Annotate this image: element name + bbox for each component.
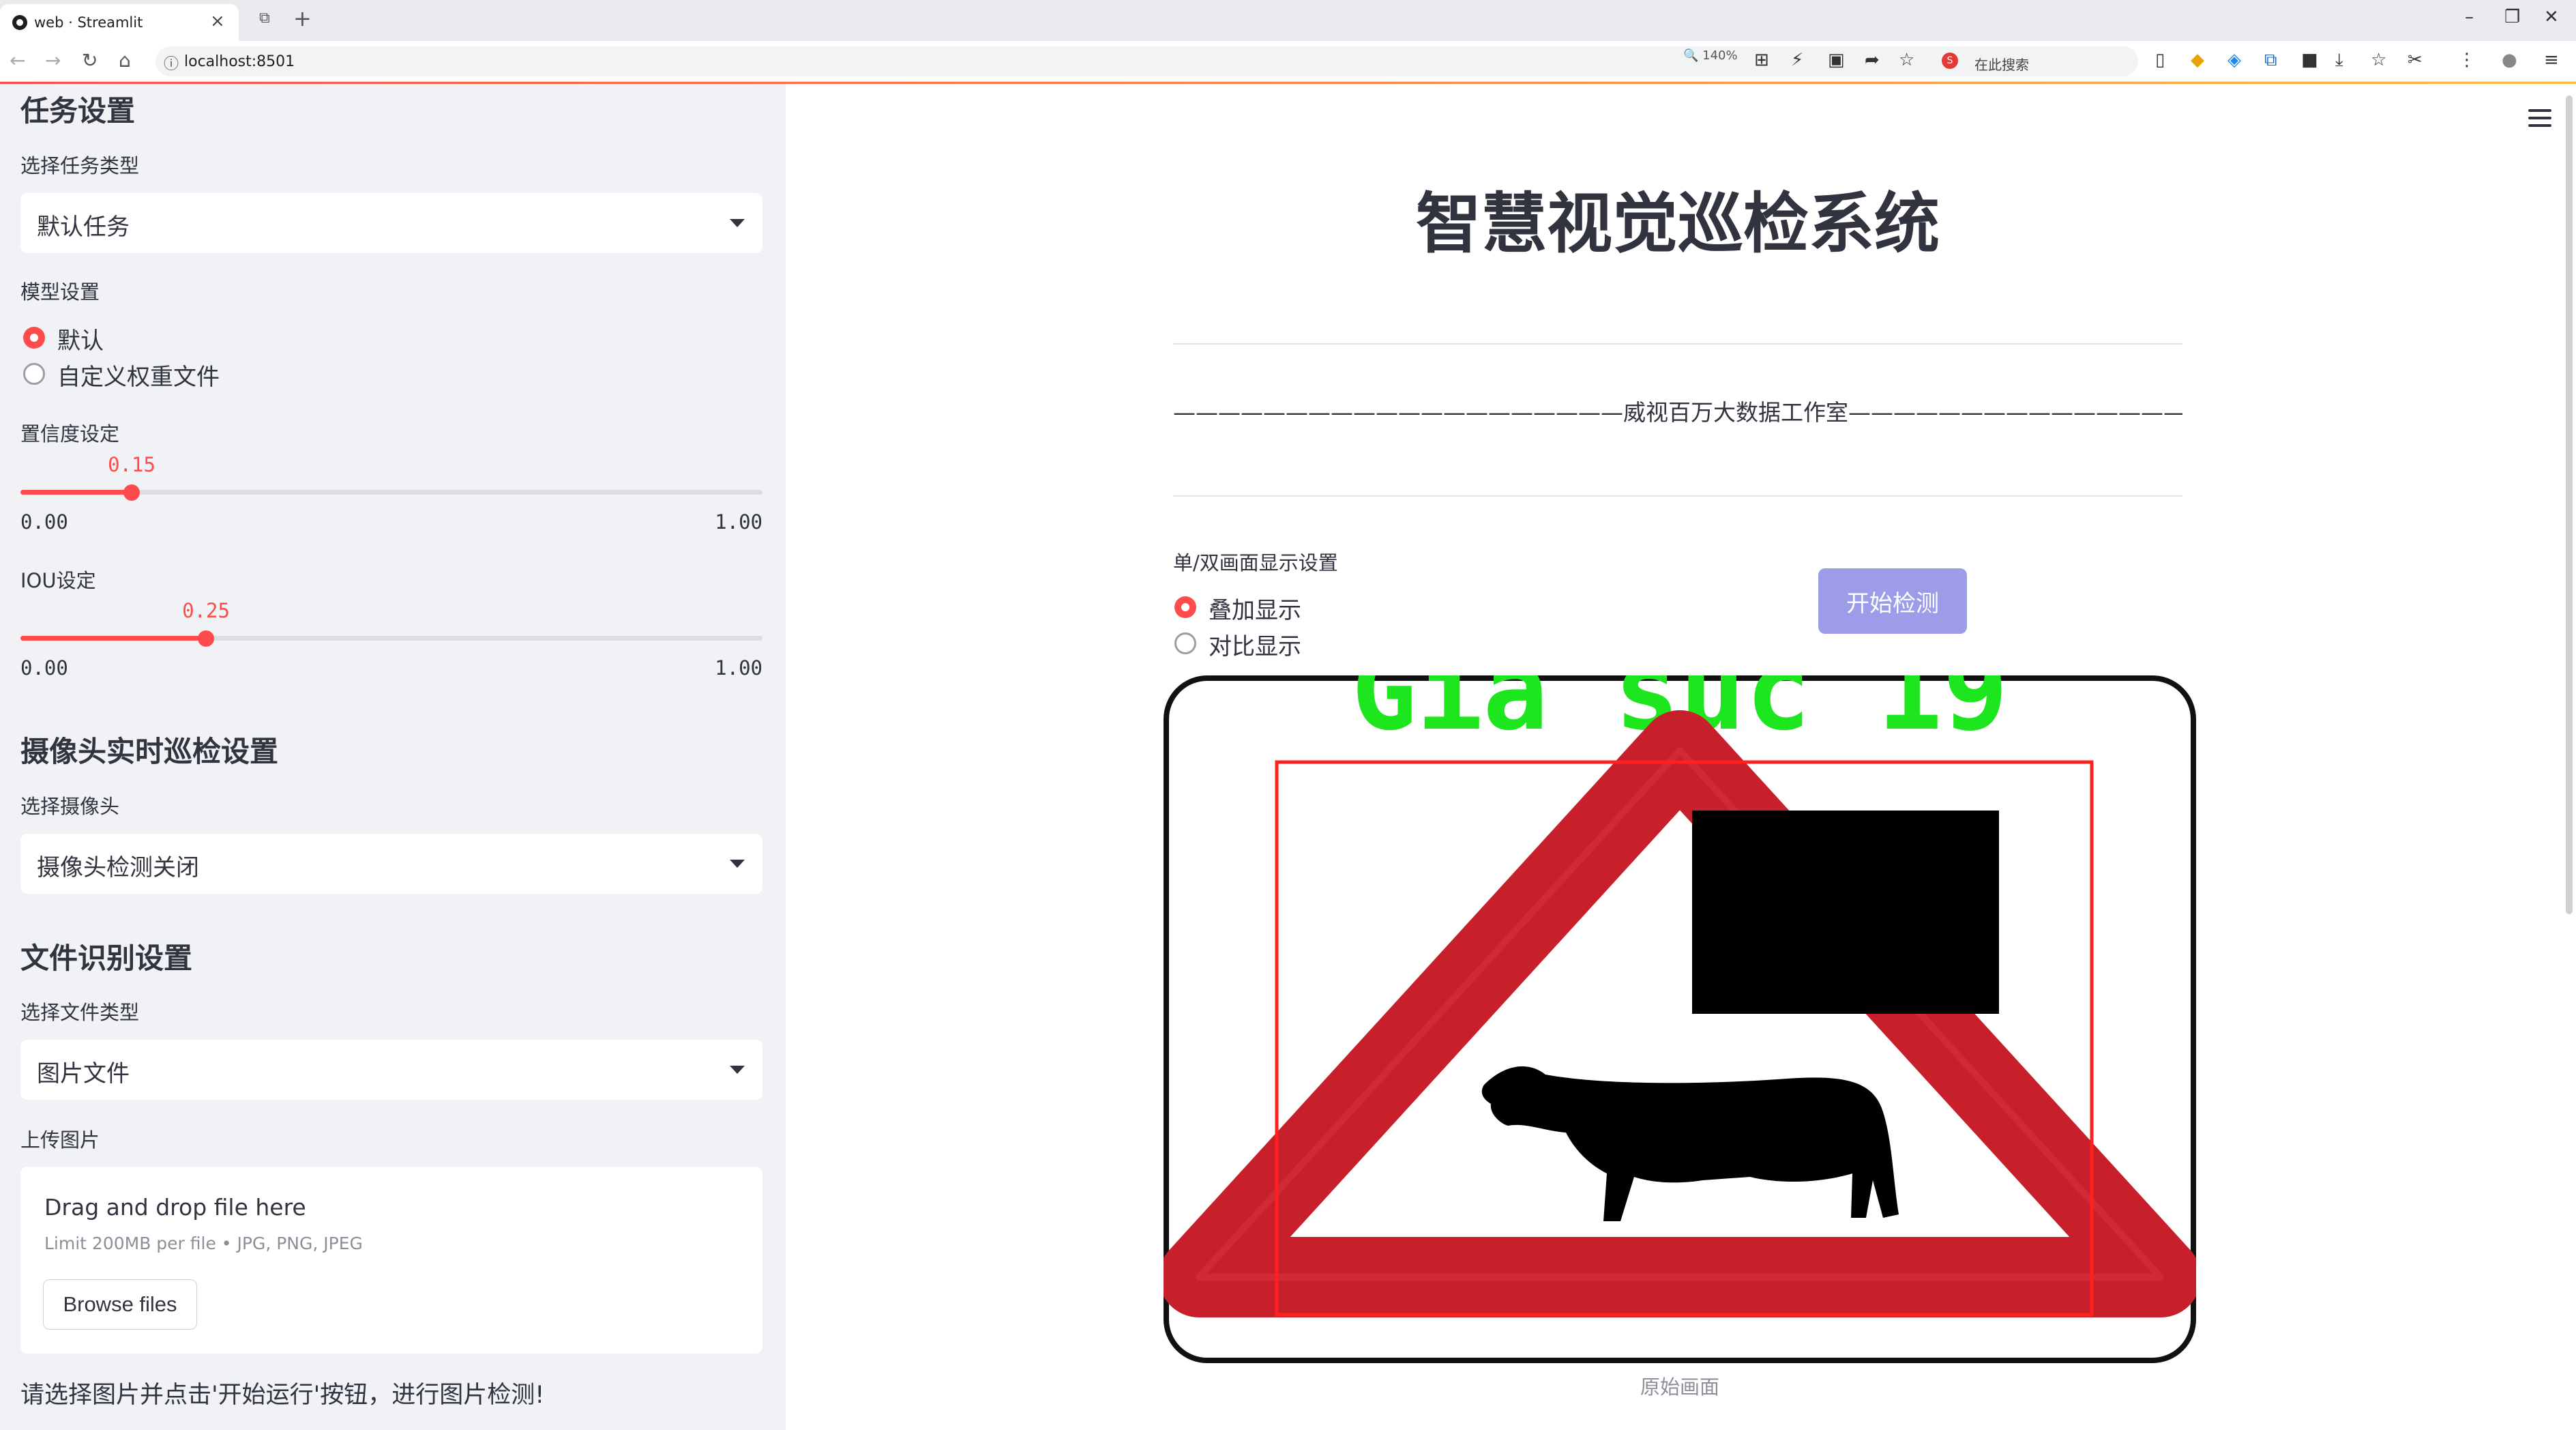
radio-label: 对比显示 xyxy=(1209,633,1301,660)
share-icon[interactable]: ➦ xyxy=(1865,50,1880,70)
extension-icon[interactable]: ◆ xyxy=(2191,50,2204,70)
site-info-icon[interactable]: ⓘ xyxy=(164,52,179,74)
task-type-select[interactable]: 默认任务 xyxy=(20,193,763,253)
camera-select-label: 选择摄像头 xyxy=(20,795,120,818)
forward-icon[interactable]: → xyxy=(45,49,61,72)
radio-unselected-icon[interactable] xyxy=(23,363,45,385)
bookmark-star-icon[interactable]: ☆ xyxy=(1899,50,1914,70)
task-settings-heading: 任务设置 xyxy=(20,94,136,128)
page-title: 智慧视觉巡检系统 xyxy=(1416,186,1940,262)
file-type-label: 选择文件类型 xyxy=(20,1001,140,1024)
url-text: localhost:8501 xyxy=(184,53,295,70)
slider-thumb[interactable] xyxy=(198,630,214,647)
file-settings-heading: 文件识别设置 xyxy=(20,942,193,975)
dropzone-title: Drag and drop file here xyxy=(44,1194,306,1221)
minimize-icon[interactable]: – xyxy=(2465,7,2474,27)
reload-icon[interactable]: ↻ xyxy=(82,49,98,72)
file-type-value: 图片文件 xyxy=(37,1060,130,1088)
sidebar: 任务设置 选择任务类型 默认任务 模型设置 默认 自定义权重文件 置信度设定 0… xyxy=(0,84,786,1430)
file-type-select[interactable]: 图片文件 xyxy=(20,1040,763,1100)
camera-select[interactable]: 摄像头检测关闭 xyxy=(20,834,763,894)
phone-icon[interactable]: ▯ xyxy=(2155,50,2165,70)
close-window-icon[interactable]: ✕ xyxy=(2544,7,2559,27)
extension-icon[interactable]: ■ xyxy=(2301,50,2318,70)
confidence-value: 0.15 xyxy=(108,453,156,476)
traffic-sign-image: Gia suc 19 xyxy=(1164,675,2196,1363)
new-tab-icon[interactable]: + xyxy=(293,5,312,31)
model-settings-label: 模型设置 xyxy=(20,280,100,304)
search-placeholder: 在此搜索 xyxy=(1974,57,2029,73)
search-engine-icon: S xyxy=(1942,53,1958,69)
sidebar-instruction: 请选择图片并点击'开始运行'按钮，进行图片检测! xyxy=(20,1382,545,1409)
hamburger-menu-icon[interactable] xyxy=(2528,109,2551,127)
screenshot-icon[interactable]: ▣ xyxy=(1828,50,1845,70)
page-scrollbar[interactable] xyxy=(2566,96,2573,914)
slider-max: 1.00 xyxy=(715,656,763,680)
radio-label: 默认 xyxy=(57,327,104,355)
start-detection-button[interactable]: 开始检测 xyxy=(1818,568,1967,634)
dropzone-limit: Limit 200MB per file • JPG, PNG, JPEG xyxy=(44,1234,363,1253)
confidence-label: 置信度设定 xyxy=(20,422,120,446)
browser-menu-icon[interactable]: ≡ xyxy=(2544,50,2559,70)
extension-icon[interactable]: ◈ xyxy=(2227,50,2241,70)
cut-icon[interactable]: ✂ xyxy=(2408,50,2423,70)
radio-selected-icon[interactable] xyxy=(1174,596,1196,618)
confidence-slider[interactable]: 0.15 0.00 1.00 xyxy=(20,453,763,534)
iou-label: IOU设定 xyxy=(20,569,96,592)
slider-track[interactable] xyxy=(20,636,763,641)
slider-max: 1.00 xyxy=(715,510,763,534)
camera-value: 摄像头检测关闭 xyxy=(37,854,199,881)
divider xyxy=(1173,495,2182,497)
slider-min: 0.00 xyxy=(20,510,68,534)
streamlit-favicon-icon xyxy=(12,15,27,30)
favorites-icon[interactable]: ☆ xyxy=(2371,50,2386,70)
profile-avatar-icon[interactable]: ● xyxy=(2502,50,2517,70)
task-type-value: 默认任务 xyxy=(37,214,130,241)
display-mode-label: 单/双画面显示设置 xyxy=(1173,551,1338,574)
close-tab-icon[interactable]: × xyxy=(210,11,225,31)
file-dropzone[interactable]: Drag and drop file here Limit 200MB per … xyxy=(20,1167,763,1354)
radio-label: 叠加显示 xyxy=(1209,597,1301,624)
slider-fill xyxy=(20,490,132,495)
task-type-label: 选择任务类型 xyxy=(20,154,140,177)
page-subtitle: ————————————————————威视百万大数据工作室——————————… xyxy=(1173,399,2182,426)
slider-fill xyxy=(20,636,206,641)
tab-title: web · Streamlit xyxy=(34,14,143,31)
camera-settings-heading: 摄像头实时巡检设置 xyxy=(20,735,279,768)
image-caption: 原始画面 xyxy=(1640,1375,1719,1399)
zoom-level[interactable]: 🔍 140% xyxy=(1683,48,1738,63)
radio-selected-icon[interactable] xyxy=(23,327,45,349)
download-icon[interactable]: ⤓ xyxy=(2335,50,2343,71)
radio-label: 自定义权重文件 xyxy=(57,364,220,391)
extension-icon[interactable]: ⧉ xyxy=(2264,50,2277,71)
browser-search-box[interactable]: S 在此搜索 xyxy=(1934,46,2138,76)
home-icon[interactable]: ⌂ xyxy=(119,49,131,72)
lightning-icon[interactable]: ⚡ xyxy=(1791,50,1803,70)
upload-label: 上传图片 xyxy=(20,1128,100,1152)
browse-files-button[interactable]: Browse files xyxy=(43,1279,197,1330)
slider-thumb[interactable] xyxy=(123,484,140,501)
occlusion-block xyxy=(1692,811,1999,1014)
slider-min: 0.00 xyxy=(20,656,68,680)
chevron-down-icon xyxy=(730,1066,745,1074)
detection-image: Gia suc 19 xyxy=(1164,675,2196,1363)
chevron-down-icon xyxy=(730,860,745,868)
radio-unselected-icon[interactable] xyxy=(1174,632,1196,654)
iou-value: 0.25 xyxy=(182,599,230,622)
divider xyxy=(1173,343,2182,345)
more-icon[interactable]: ⋮ xyxy=(2458,50,2476,70)
iou-slider[interactable]: 0.25 0.00 1.00 xyxy=(20,599,763,680)
browser-tab[interactable]: web · Streamlit × xyxy=(0,4,239,41)
tab-actions-icon[interactable]: ⧉ xyxy=(259,10,270,27)
restore-icon[interactable]: ❐ xyxy=(2504,7,2520,27)
browser-tab-bar: web · Streamlit × ⧉ + – ❐ ✕ xyxy=(0,0,2576,41)
chevron-down-icon xyxy=(730,219,745,227)
zoom-level-text: 140% xyxy=(1702,48,1738,63)
back-icon[interactable]: ← xyxy=(10,49,25,72)
translate-icon[interactable]: ⊞ xyxy=(1754,50,1769,70)
browser-address-bar: ← → ↻ ⌂ ⓘ localhost:8501 🔍 140% ⊞ ⚡ ▣ ➦ … xyxy=(0,41,2576,82)
